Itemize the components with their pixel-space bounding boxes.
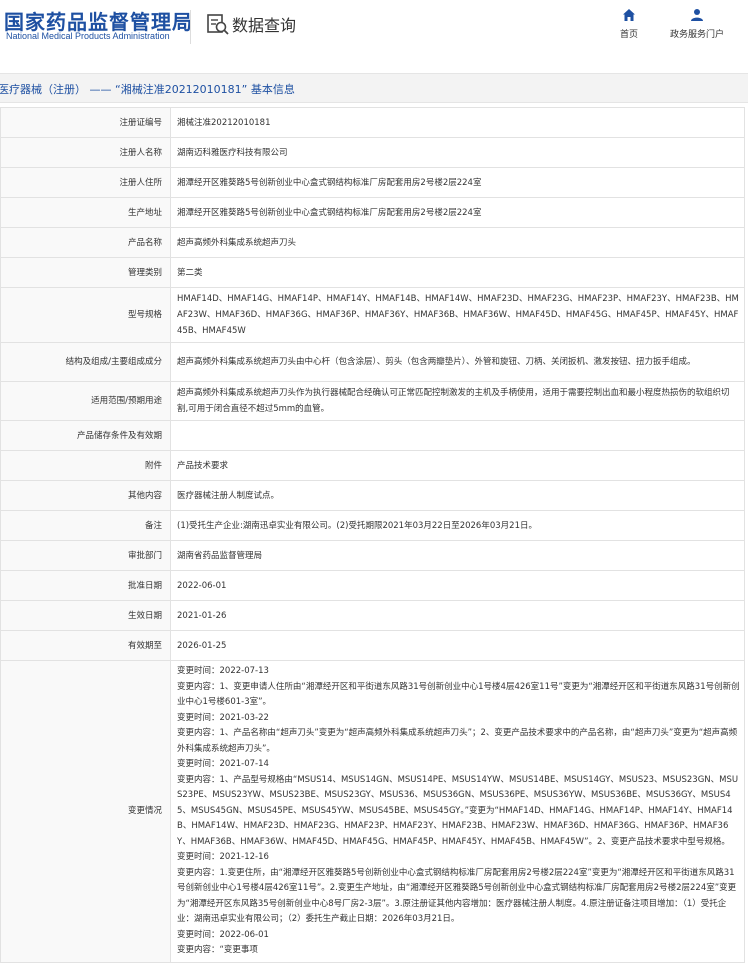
row-value: 医疗器械注册人制度试点。: [170, 480, 745, 511]
row-value: 湖南省药品监督管理局: [170, 540, 745, 571]
site-header: 国家药品监督管理局 National Medical Products Admi…: [0, 0, 748, 54]
table-row: 适用范围/预期用途 超声高频外科集成系统超声刀头作为执行器械配合经确认可正常匹配控…: [0, 381, 745, 421]
record-title-bar: 医疗器械（注册） —— “湘械注准20212010181” 基本信息: [0, 73, 748, 103]
row-value: 湘械注准20212010181: [170, 107, 745, 138]
table-row: 附件 产品技术要求: [0, 450, 745, 481]
row-value: (1)受托生产企业:湖南迅卓实业有限公司。(2)受托期限2021年03月22日至…: [170, 510, 745, 541]
row-label: 备注: [0, 510, 171, 541]
user-icon: [691, 9, 703, 21]
row-value: 2026-01-25: [170, 630, 745, 661]
table-row: 型号规格 HMAF14D、HMAF14G、HMAF14P、HMAF14Y、HMAF…: [0, 287, 745, 343]
nav-service-portal[interactable]: 政务服务门户: [670, 8, 724, 40]
row-value: 湘潭经开区雅葵路5号创新创业中心盒式钢结构标准厂房配套用房2号楼2层224室: [170, 197, 745, 228]
table-row: 注册人住所 湘潭经开区雅葵路5号创新创业中心盒式钢结构标准厂房配套用房2号楼2层2…: [0, 167, 745, 198]
site-logo-en[interactable]: National Medical Products Administration: [6, 31, 170, 41]
data-query-title: 数据查询: [232, 16, 297, 35]
change-line: 变更内容：1、变更申请人住所由“湘潭经开区和平街道东风路31号创新创业中心1号楼…: [177, 681, 740, 708]
table-row: 结构及组成/主要组成成分 超声高频外科集成系统超声刀头由中心杆（包含涂层）、剪头（…: [0, 342, 745, 382]
table-row: 其他内容 医疗器械注册人制度试点。: [0, 480, 745, 511]
row-label: 有效期至: [0, 630, 171, 661]
change-line: 变更时间：2021-07-14: [177, 759, 269, 769]
row-label: 注册证编号: [0, 107, 171, 138]
table-row: 注册证编号 湘械注准20212010181: [0, 107, 745, 138]
table-row: 产品名称 超声高频外科集成系统超声刀头: [0, 227, 745, 258]
table-row: 注册人名称 湖南迈科雅医疗科技有限公司: [0, 137, 745, 168]
nav-service-label: 政务服务门户: [670, 30, 725, 40]
row-label: 生产地址: [0, 197, 171, 228]
change-line: 变更时间：2021-03-22: [177, 712, 269, 723]
table-row: 管理类别 第二类: [0, 257, 745, 288]
table-row: 变更情况 变更时间：2022-07-13 变更内容：1、变更申请人住所由“湘潭经…: [0, 660, 745, 963]
row-label: 变更情况: [0, 660, 171, 963]
table-row: 生产地址 湘潭经开区雅葵路5号创新创业中心盒式钢结构标准厂房配套用房2号楼2层22…: [0, 197, 745, 228]
row-value: HMAF14D、HMAF14G、HMAF14P、HMAF14Y、HMAF14B、…: [170, 287, 745, 343]
nav-home[interactable]: 首页: [620, 8, 638, 40]
row-label: 注册人名称: [0, 137, 171, 168]
row-label: 型号规格: [0, 287, 171, 343]
row-label: 生效日期: [0, 600, 171, 631]
change-line: 变更内容：1、产品名称由“超声刀头”变更为“超声高频外科集成系统超声刀头”；2、…: [177, 728, 738, 754]
row-label: 审批部门: [0, 540, 171, 571]
row-value: 2021-01-26: [170, 600, 745, 631]
row-label: 产品名称: [0, 227, 171, 258]
table-row: 生效日期 2021-01-26: [0, 600, 745, 631]
row-value: 第二类: [170, 257, 745, 288]
change-line: 变更内容：1.变更住所，由“湘潭经开区雅葵路5号创新创业中心盒式钢结构标准厂房配…: [177, 867, 737, 925]
table-row: 有效期至 2026-01-25: [0, 630, 745, 661]
row-label: 注册人住所: [0, 167, 171, 198]
row-label: 附件: [0, 450, 171, 481]
table-row: 备注 (1)受托生产企业:湖南迅卓实业有限公司。(2)受托期限2021年03月22…: [0, 510, 745, 541]
row-value: 超声高频外科集成系统超声刀头: [170, 227, 745, 258]
table-row: 批准日期 2022-06-01: [0, 570, 745, 601]
change-history: 变更时间：2022-07-13 变更内容：1、变更申请人住所由“湘潭经开区和平街…: [170, 660, 745, 963]
row-label: 管理类别: [0, 257, 171, 288]
change-line: 变更内容：1、产品型号规格由“MSUS14、MSUS14GN、MSUS14PE、…: [177, 774, 739, 847]
row-label: 其他内容: [0, 480, 171, 511]
table-row: 审批部门 湖南省药品监督管理局: [0, 540, 745, 571]
row-label: 结构及组成/主要组成成分: [0, 342, 171, 382]
change-line: 变更时间：2021-12-16: [177, 852, 269, 862]
row-value: 湘潭经开区雅葵路5号创新创业中心盒式钢结构标准厂房配套用房2号楼2层224室: [170, 167, 745, 198]
change-line: 变更内容：“变更事项: [177, 945, 258, 955]
row-value: 超声高频外科集成系统超声刀头由中心杆（包含涂层）、剪头（包含两瓣垫片）、外管和旋…: [170, 342, 745, 382]
data-query-icon: [207, 14, 229, 35]
table-row: 产品储存条件及有效期: [0, 420, 745, 451]
row-value: 产品技术要求: [170, 450, 745, 481]
home-icon: [623, 9, 635, 21]
row-label: 适用范围/预期用途: [0, 381, 171, 421]
data-query-logo[interactable]: 数据查询: [206, 12, 296, 36]
row-value: 超声高频外科集成系统超声刀头作为执行器械配合经确认可正常匹配控制激发的主机及手柄…: [170, 381, 745, 421]
row-label: 产品储存条件及有效期: [0, 420, 171, 451]
header-divider: [190, 10, 191, 44]
row-value: 2022-06-01: [170, 570, 745, 601]
row-label: 批准日期: [0, 570, 171, 601]
nav-home-label: 首页: [620, 30, 639, 40]
row-value: 湖南迈科雅医疗科技有限公司: [170, 137, 745, 168]
row-value: [170, 420, 745, 451]
record-title: 医疗器械（注册） —— “湘械注准20212010181” 基本信息: [0, 83, 295, 96]
change-line: 变更时间：2022-06-01: [177, 929, 269, 940]
registration-detail-table: 注册证编号 湘械注准20212010181 注册人名称 湖南迈科雅医疗科技有限公司 …: [0, 107, 745, 963]
change-line: 变更时间：2022-07-13: [177, 666, 269, 676]
